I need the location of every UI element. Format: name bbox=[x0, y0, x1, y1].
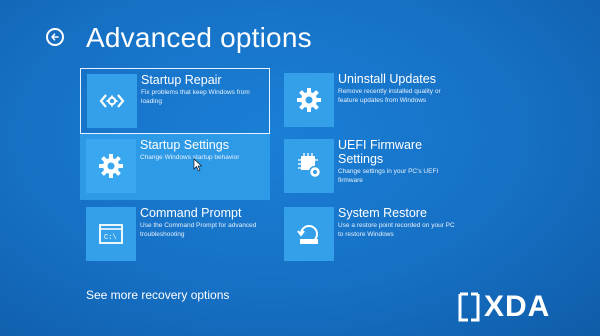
gear-icon bbox=[284, 73, 334, 127]
svg-text:C:\: C:\ bbox=[104, 234, 117, 242]
terminal-icon: C:\ bbox=[86, 207, 136, 261]
command-prompt-option[interactable]: C:\ Command Prompt Use the Command Promp… bbox=[80, 202, 270, 268]
option-description: Change settings in your PC's UEFI firmwa… bbox=[338, 168, 439, 184]
mouse-cursor-icon bbox=[193, 158, 203, 172]
code-brackets-icon bbox=[87, 74, 137, 128]
uefi-firmware-settings-option[interactable]: UEFI Firmware Settings Change settings i… bbox=[278, 134, 468, 200]
chip-gear-icon bbox=[284, 139, 334, 193]
back-button[interactable] bbox=[46, 28, 64, 46]
gear-icon bbox=[86, 139, 136, 193]
option-label: UEFI Firmware Settings bbox=[338, 138, 423, 166]
see-more-recovery-options-link[interactable]: See more recovery options bbox=[86, 288, 229, 302]
uninstall-updates-option[interactable]: Uninstall Updates Remove recently instal… bbox=[278, 68, 468, 134]
xda-logo-text: XDA bbox=[484, 290, 551, 323]
arrow-left-icon bbox=[51, 33, 59, 41]
startup-repair-option[interactable]: Startup Repair Fix problems that keep Wi… bbox=[80, 68, 270, 134]
option-description: Use the Command Prompt for advanced trou… bbox=[140, 222, 257, 238]
option-label: Startup Settings bbox=[140, 138, 229, 152]
page-title: Advanced options bbox=[86, 22, 312, 53]
option-label: Command Prompt bbox=[140, 206, 242, 220]
option-label: Startup Repair bbox=[141, 73, 222, 87]
option-description: Fix problems that keep Windows from load… bbox=[141, 89, 250, 105]
option-label: Uninstall Updates bbox=[338, 72, 436, 86]
bracket-logo-icon bbox=[458, 292, 480, 322]
xda-logo: XDA bbox=[458, 290, 550, 324]
option-description: Use a restore point recorded on your PC … bbox=[338, 222, 455, 238]
restore-icon bbox=[284, 207, 334, 261]
option-label: System Restore bbox=[338, 206, 427, 220]
system-restore-option[interactable]: System Restore Use a restore point recor… bbox=[278, 202, 468, 268]
startup-settings-option[interactable]: Startup Settings Change Windows startup … bbox=[80, 134, 270, 200]
option-description: Remove recently installed quality or fea… bbox=[338, 88, 441, 104]
